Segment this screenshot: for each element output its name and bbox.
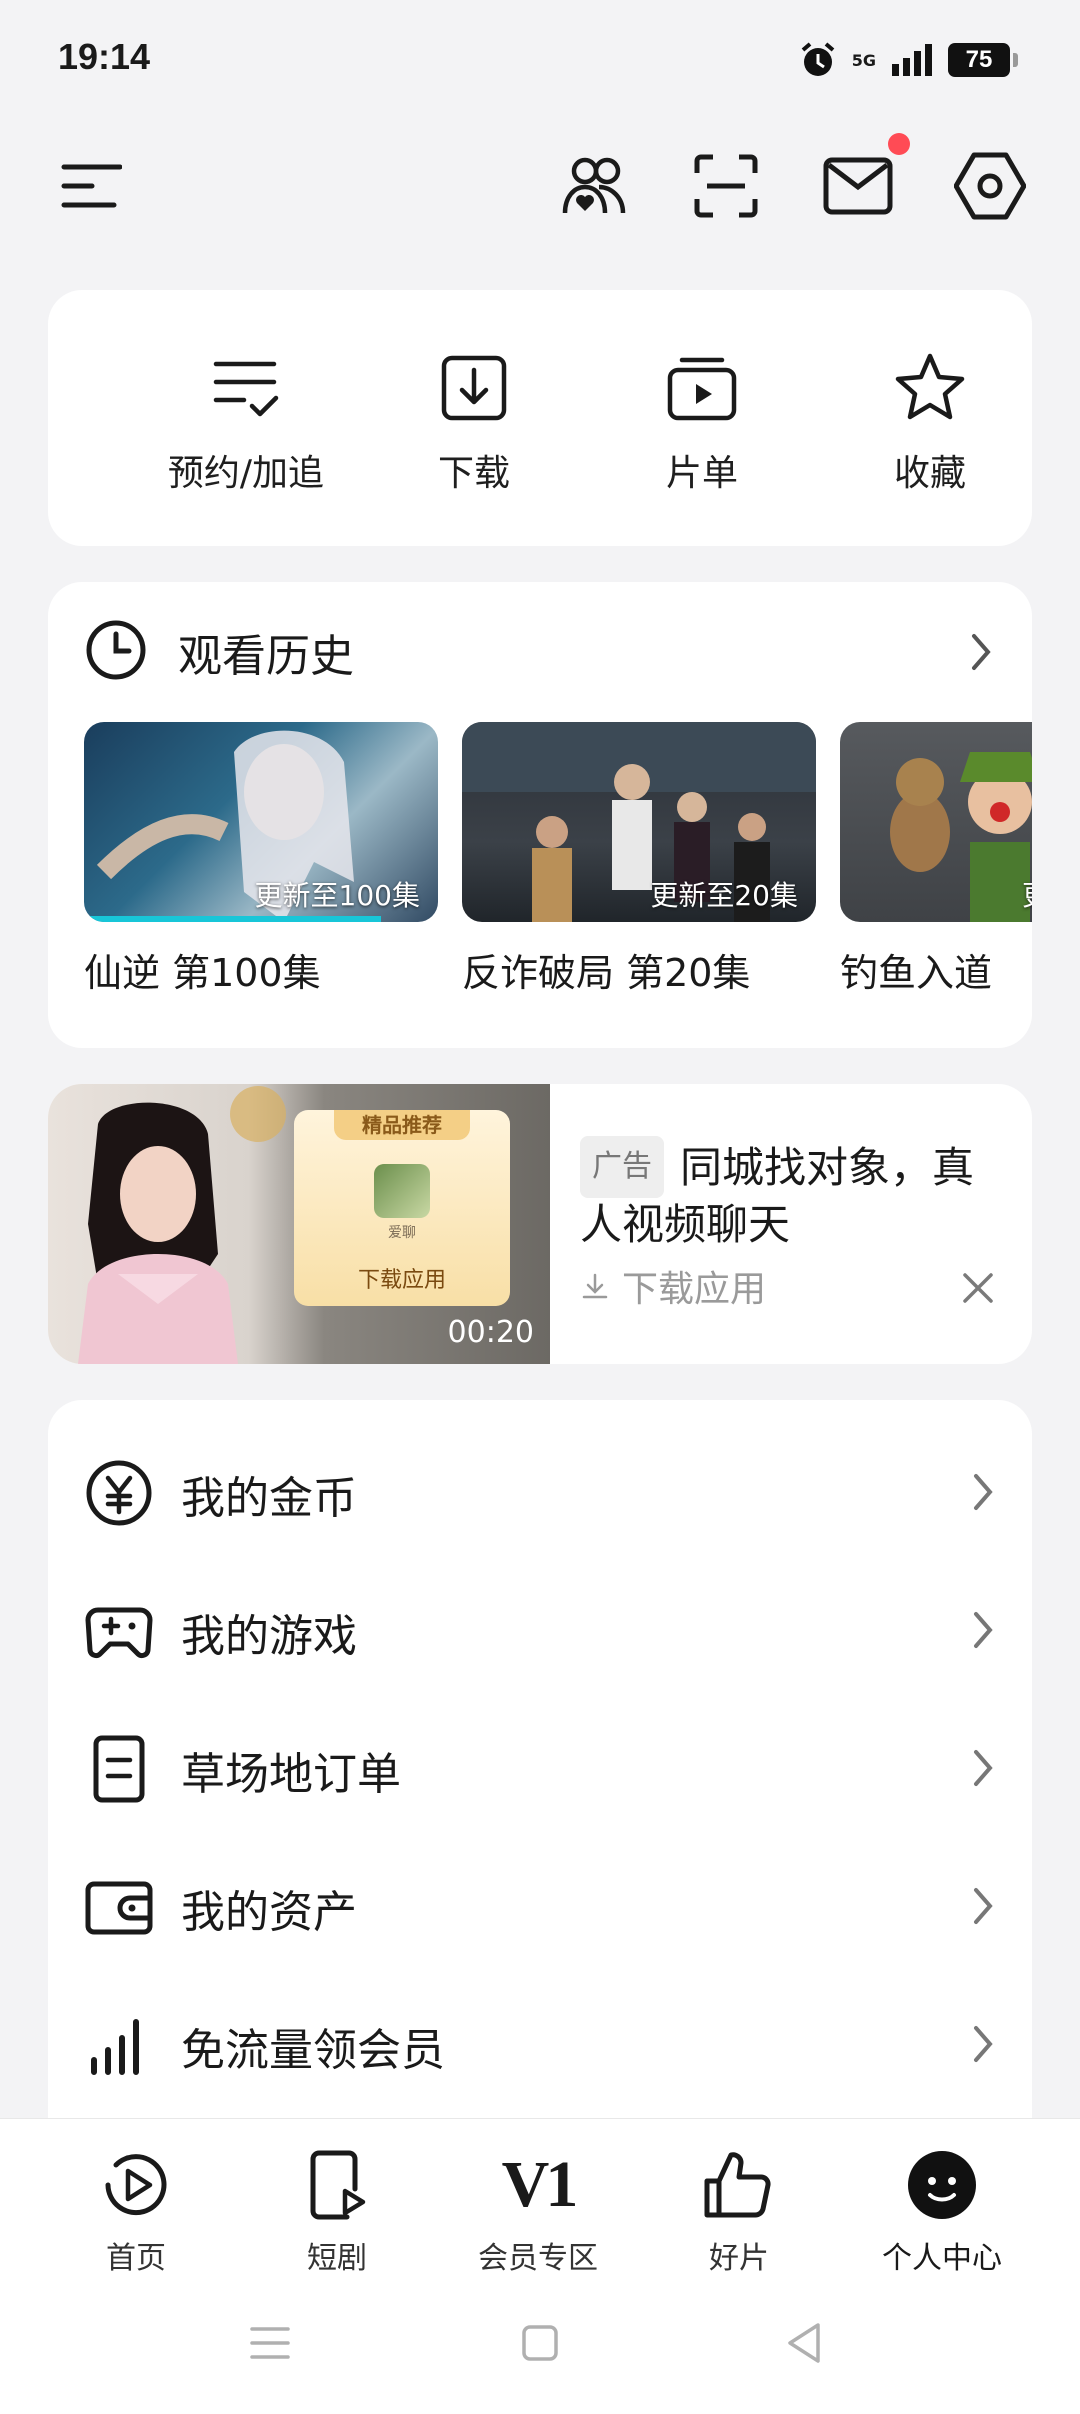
battery-icon: 75: [948, 43, 1018, 77]
ad-card[interactable]: 精品推荐 爱聊 下载应用 00:20 广告 同城找对象，真人视频聊天 下载应用: [48, 1084, 1032, 1364]
history-thumb-1[interactable]: 更新至100集: [84, 722, 438, 922]
thumbs-up-icon: [701, 2147, 777, 2223]
menu-item-label: 我的资产: [181, 1887, 357, 1938]
history-overlay: 更新至20集: [650, 879, 798, 912]
alarm-icon: [798, 40, 838, 80]
mail-icon[interactable]: [820, 148, 896, 224]
network-label: 5G: [851, 50, 876, 70]
status-icons: 5G 75: [798, 40, 1018, 80]
chevron-right-icon: [968, 1884, 998, 1928]
menu-item-label: 我的金币: [181, 1473, 357, 1524]
quick-actions-card: 预约/加追 下载 片单 收藏: [48, 290, 1032, 546]
ad-text: 广告 同城找对象，真人视频聊天: [580, 1136, 1000, 1252]
nav-label: 会员专区: [478, 2241, 598, 2276]
history-caption[interactable]: 仙逆 第100集: [84, 942, 321, 997]
signal-bars-icon: [890, 42, 934, 78]
menu-item-assets[interactable]: 我的资产: [48, 1838, 1032, 1976]
ad-app-download: 下载应用: [357, 1268, 446, 1293]
menu-item-orders[interactable]: 草场地订单: [48, 1700, 1032, 1838]
history-progress-bar: [84, 916, 382, 922]
chevron-right-icon: [968, 1608, 998, 1652]
nav-label: 短剧: [307, 2241, 367, 2276]
menu-item-coins[interactable]: 我的金币: [48, 1424, 1032, 1562]
system-back-icon[interactable]: [776, 2313, 836, 2373]
vip-icon: V1: [500, 2147, 579, 2223]
order-icon: [84, 1734, 154, 1804]
clock-icon: [84, 618, 148, 682]
quick-action-label: 片单: [665, 453, 738, 494]
quick-action-download[interactable]: 下载: [374, 350, 574, 496]
profile-icon: [904, 2147, 980, 2223]
scan-icon[interactable]: [688, 148, 764, 224]
settings-icon[interactable]: [952, 148, 1028, 224]
menu-icon[interactable]: [52, 148, 128, 224]
chevron-right-icon: [968, 1746, 998, 1790]
history-overlay: 更新至100集: [254, 879, 420, 912]
play-home-icon: [98, 2147, 174, 2223]
star-icon: [892, 350, 968, 426]
nav-label: 首页: [106, 2241, 166, 2276]
system-home-icon[interactable]: [510, 2313, 570, 2373]
chevron-right-icon: [968, 2022, 998, 2066]
watch-history-card: 观看历史 更新至100集 仙逆 第100集 更新至20集 反诈破局 第20集 更…: [48, 582, 1032, 1048]
quick-action-label: 预约/加追: [167, 453, 325, 494]
vip-icon-text: V1: [501, 2148, 579, 2221]
close-icon[interactable]: [960, 1270, 996, 1306]
bottom-nav: 首页 短剧 V1 会员专区 好片 个人中心: [0, 2118, 1080, 2414]
mail-badge: [888, 133, 910, 155]
ad-download-link[interactable]: 下载应用: [580, 1260, 766, 1312]
nav-short-drama[interactable]: 短剧: [237, 2147, 437, 2277]
history-overlay: 更: [1022, 874, 1032, 914]
playlist-icon: [664, 350, 740, 426]
ad-download-label: 下载应用: [622, 1269, 767, 1310]
download-arrow-icon: [580, 1271, 610, 1301]
ad-app-name: 爱聊: [388, 1225, 416, 1241]
short-drama-icon: [299, 2147, 375, 2223]
menu-card: 我的金币 我的游戏 草场地订单 我的资产 免流量领会员: [48, 1400, 1032, 2160]
quick-action-follow[interactable]: 预约/加追: [146, 350, 346, 496]
history-caption[interactable]: 钓鱼入道: [840, 942, 992, 997]
ad-app-card-header: 精品推荐: [334, 1110, 470, 1140]
quick-action-label: 下载: [437, 453, 510, 494]
friends-icon[interactable]: [556, 148, 632, 224]
history-thumb-3[interactable]: 更: [840, 722, 1032, 922]
ad-app-icon: [374, 1164, 430, 1218]
nav-good-films[interactable]: 好片: [639, 2147, 839, 2277]
history-caption[interactable]: 反诈破局 第20集: [462, 942, 750, 997]
history-title[interactable]: 观看历史: [178, 620, 354, 684]
system-menu-icon[interactable]: [240, 2313, 300, 2373]
nav-vip[interactable]: V1 会员专区: [438, 2147, 638, 2277]
status-time: 19:14: [58, 36, 151, 77]
ad-tag: 广告: [580, 1136, 664, 1198]
quick-action-label: 收藏: [893, 453, 966, 494]
menu-item-games[interactable]: 我的游戏: [48, 1562, 1032, 1700]
chevron-right-icon[interactable]: [966, 630, 996, 674]
list-check-icon: [208, 350, 284, 426]
menu-item-label: 我的游戏: [181, 1611, 357, 1662]
nav-home[interactable]: 首页: [36, 2147, 236, 2277]
wallet-icon: [84, 1872, 154, 1942]
ad-duration: 00:20: [447, 1315, 534, 1350]
coin-icon: [84, 1458, 154, 1528]
ad-app-card: 精品推荐 爱聊 下载应用: [294, 1110, 510, 1306]
history-thumb-2[interactable]: 更新至20集: [462, 722, 816, 922]
chevron-right-icon: [968, 1470, 998, 1514]
nav-label: 好片: [709, 2241, 769, 2276]
nav-profile[interactable]: 个人中心: [842, 2147, 1042, 2277]
nav-label: 个人中心: [882, 2241, 1002, 2276]
quick-action-favorite[interactable]: 收藏: [830, 350, 1030, 496]
download-icon: [436, 350, 512, 426]
signal-icon: [84, 2010, 154, 2080]
ad-video[interactable]: 精品推荐 爱聊 下载应用 00:20: [48, 1084, 550, 1364]
gamepad-icon: [84, 1596, 154, 1666]
menu-item-free-data[interactable]: 免流量领会员: [48, 1976, 1032, 2114]
quick-action-playlist[interactable]: 片单: [602, 350, 802, 496]
menu-item-label: 草场地订单: [181, 1749, 401, 1800]
menu-item-label: 免流量领会员: [181, 2025, 445, 2076]
